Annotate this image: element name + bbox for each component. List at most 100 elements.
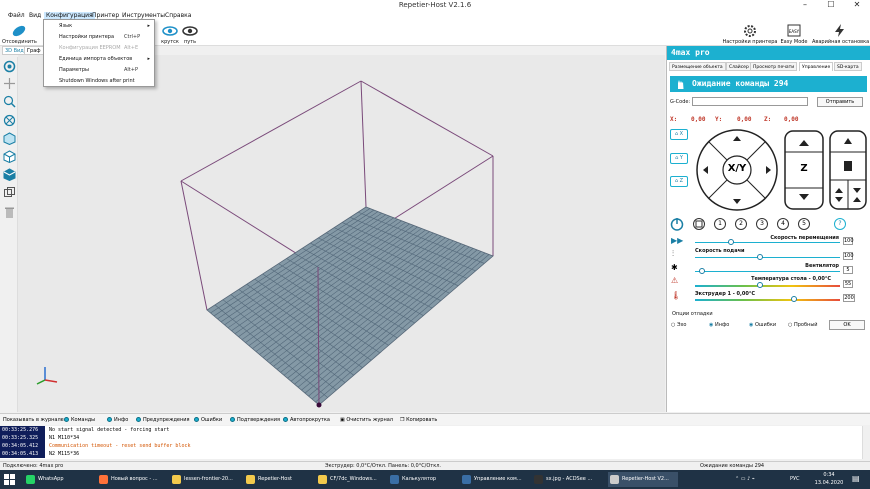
show-crutch-button[interactable]: крутск	[160, 23, 180, 45]
menu-item-printer-settings[interactable]: Настройки принтера Ctrl+P	[44, 32, 154, 42]
extruder-temp-knob[interactable]	[790, 296, 797, 302]
show-path-button[interactable]: путь	[181, 23, 199, 45]
filter-errors[interactable]: Ошибки	[194, 417, 222, 423]
extruder-temp-track[interactable]	[695, 299, 840, 301]
home-z-button[interactable]: ⌂ Z	[670, 176, 688, 187]
taskbar-app[interactable]: Repetier-Host V2...	[608, 472, 678, 487]
log-time: 00:33:25.276	[0, 426, 45, 434]
menu-view[interactable]: Вид	[27, 12, 43, 19]
print-bed	[206, 206, 494, 406]
easy-mode-button[interactable]: EASY Easy Mode	[780, 23, 808, 45]
notification-icon[interactable]: ▤	[852, 474, 860, 483]
menu-item-shutdown-after-print[interactable]: Shutdown Windows after print	[44, 76, 154, 86]
extruder-4-button[interactable]: 4	[777, 218, 789, 230]
zoom-icon[interactable]	[3, 95, 16, 108]
filter-warnings[interactable]: Предупреждения	[136, 417, 190, 423]
menu-printer[interactable]: Принтер	[90, 12, 121, 19]
home-y-button[interactable]: ⌂ Y	[670, 153, 688, 164]
extruder-5-button[interactable]: 5	[798, 218, 810, 230]
front-view-icon[interactable]	[3, 150, 16, 164]
fan-track[interactable]	[695, 271, 840, 272]
clear-log-button[interactable]: ▣ Очистить журнал	[340, 417, 393, 423]
menu-help[interactable]: Справка	[163, 12, 193, 19]
printer-settings-button[interactable]: Настройки принтера	[722, 23, 778, 45]
bed-temp-value[interactable]: 55	[843, 280, 853, 288]
debug-ok-button[interactable]: OK	[829, 320, 865, 330]
taskbar-app[interactable]: Калькулятор	[388, 472, 454, 487]
send-button[interactable]: Отправить	[817, 97, 863, 107]
tab-graph[interactable]: Граф	[24, 46, 44, 55]
gcode-input[interactable]	[692, 97, 808, 106]
feedrate-knob[interactable]	[757, 254, 764, 260]
log-panel[interactable]: 00:33:25.276 No start signal detected - f…	[0, 426, 862, 459]
menu-item-parameters[interactable]: Параметры Alt+P	[44, 65, 154, 75]
menu-item-label: Единица импорта объектов	[59, 56, 133, 62]
motors-off-button[interactable]	[693, 218, 705, 230]
filter-commands[interactable]: Команды	[64, 417, 95, 423]
extruder-3-button[interactable]: 3	[756, 218, 768, 230]
fit-icon[interactable]	[3, 114, 16, 127]
menu-file[interactable]: Файл	[6, 12, 27, 19]
power-icon[interactable]	[670, 217, 684, 231]
camera-icon[interactable]	[3, 60, 16, 73]
filter-acks[interactable]: Подтверждения	[230, 417, 280, 423]
fan-knob[interactable]	[699, 268, 706, 274]
extruder-1-button[interactable]: 1	[714, 218, 726, 230]
extruder-temp-value[interactable]: 200	[843, 294, 855, 302]
tab-control[interactable]: Управление	[799, 62, 834, 71]
side-view-icon[interactable]	[3, 186, 16, 199]
bed-temp-track[interactable]	[695, 285, 840, 287]
menu-item-language[interactable]: Язык ▸	[44, 21, 154, 31]
debug-echo[interactable]: ○ Эхо	[671, 322, 686, 328]
filter-autoscroll[interactable]: Автопрокрутка	[283, 417, 330, 423]
filter-info[interactable]: Инфо	[107, 417, 128, 423]
log-scrollbar[interactable]	[862, 426, 870, 459]
taskbar-app[interactable]: Repetier-Host	[244, 472, 310, 487]
minimize-button[interactable]: –	[792, 0, 818, 11]
debug-dry-run[interactable]: ○ Пробный	[788, 322, 818, 328]
tab-object-placement[interactable]: Размещение объекта	[669, 62, 726, 71]
feedrate-value[interactable]: 100	[843, 252, 854, 260]
taskbar-app[interactable]: Новый вопрос - ...	[97, 472, 163, 487]
top-view-icon[interactable]	[3, 168, 16, 182]
bed-temp-knob[interactable]	[757, 282, 764, 288]
taskbar-app[interactable]: Управление ком...	[460, 472, 526, 487]
move-icon[interactable]	[3, 77, 16, 90]
language-indicator[interactable]: РУС	[790, 476, 800, 482]
close-button[interactable]: ✕	[844, 0, 870, 11]
tray-icons[interactable]: ⌃ ▭ ♪ ⌁	[735, 476, 755, 482]
travel-speed-value[interactable]: 100	[843, 237, 854, 245]
emergency-stop-button[interactable]: Аварийная остановка	[812, 23, 869, 45]
windows-start-icon[interactable]	[4, 474, 15, 485]
menu-tools[interactable]: Инструменты	[120, 12, 167, 19]
iso-view-icon[interactable]	[3, 132, 16, 146]
taskbar-app[interactable]: sx.jpg - ACDSee ...	[532, 472, 602, 487]
clock-time[interactable]: 0:34	[812, 472, 846, 478]
3d-viewport[interactable]	[18, 55, 665, 412]
taskbar-app[interactable]: Iessen-frontier-20...	[170, 472, 236, 487]
feedrate-track[interactable]	[695, 257, 840, 258]
copy-button[interactable]: ❐ Копировать	[400, 417, 437, 423]
debug-errors[interactable]: ◉ Ошибки	[749, 322, 776, 328]
tab-print-preview[interactable]: Просмотр печати	[750, 62, 798, 71]
home-x-button[interactable]: ⌂ X	[670, 129, 688, 140]
tab-sd-card[interactable]: SD-карта	[834, 62, 862, 71]
extruder-jog-pad[interactable]	[829, 130, 867, 210]
fan-value[interactable]: 5	[843, 266, 853, 274]
taskbar-app[interactable]: WhatsApp	[24, 472, 90, 487]
travel-speed-track[interactable]	[695, 242, 840, 243]
gcode-label: G-Code:	[670, 99, 691, 105]
maximize-button[interactable]: ☐	[818, 0, 844, 11]
clear-icon[interactable]	[3, 206, 16, 219]
menu-configuration[interactable]: Конфигурация	[44, 12, 95, 19]
clock-date[interactable]: 13.04.2020	[809, 480, 849, 486]
travel-speed-knob[interactable]	[728, 239, 735, 245]
taskbar-app[interactable]: CF/7dc_Windows...	[316, 472, 382, 487]
menu-item-import-units[interactable]: Единица импорта объектов ▸	[44, 54, 154, 64]
debug-info[interactable]: ◉ Инфо	[709, 322, 729, 328]
filter-label: Инфо	[114, 417, 129, 423]
tab-slicer[interactable]: Слайсер	[726, 62, 752, 71]
help-button[interactable]: ?	[834, 218, 846, 230]
disconnect-button[interactable]: Отсоединить	[2, 23, 37, 45]
extruder-2-button[interactable]: 2	[735, 218, 747, 230]
